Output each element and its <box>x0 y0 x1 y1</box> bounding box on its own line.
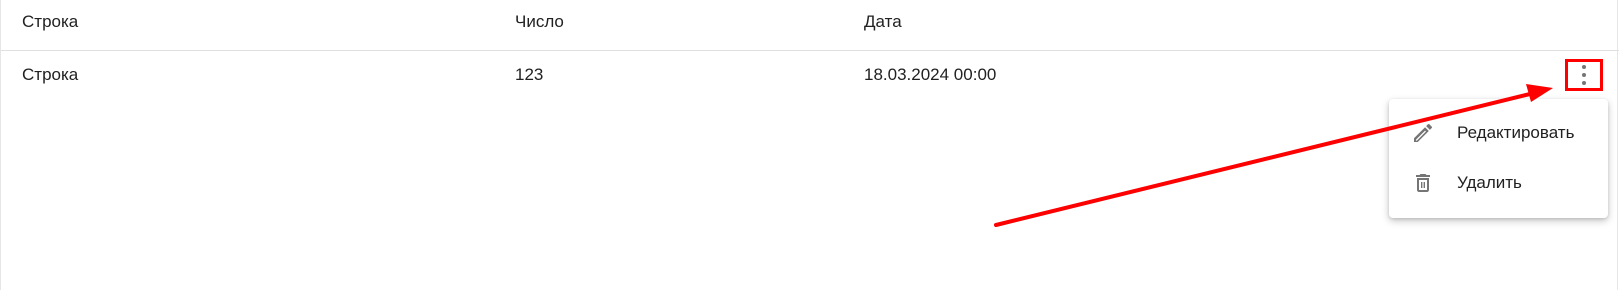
cell-string: Строка <box>22 65 79 84</box>
cell-date: 18.03.2024 00:00 <box>864 65 997 84</box>
menu-item-delete-label: Удалить <box>1457 173 1522 192</box>
menu-item-delete[interactable]: Удалить <box>1389 159 1608 207</box>
column-header-number[interactable]: Число <box>515 12 564 32</box>
more-vert-icon <box>1581 65 1587 85</box>
row-actions-menu: Редактировать Удалить <box>1389 99 1608 218</box>
table-header: Строка Число Дата <box>1 0 1619 51</box>
row-actions-button[interactable] <box>1565 59 1603 91</box>
column-header-date[interactable]: Дата <box>864 12 902 32</box>
cell-number: 123 <box>515 65 544 84</box>
menu-item-edit-label: Редактировать <box>1457 123 1575 142</box>
menu-item-edit[interactable]: Редактировать <box>1389 109 1608 157</box>
trash-icon <box>1416 174 1430 192</box>
table-row[interactable]: Строка 123 18.03.2024 00:00 <box>1 51 1619 101</box>
table-container: Строка Число Дата Строка 123 18.03.2024 … <box>0 0 1619 290</box>
pencil-icon <box>1414 123 1433 142</box>
column-header-string[interactable]: Строка <box>22 12 78 32</box>
